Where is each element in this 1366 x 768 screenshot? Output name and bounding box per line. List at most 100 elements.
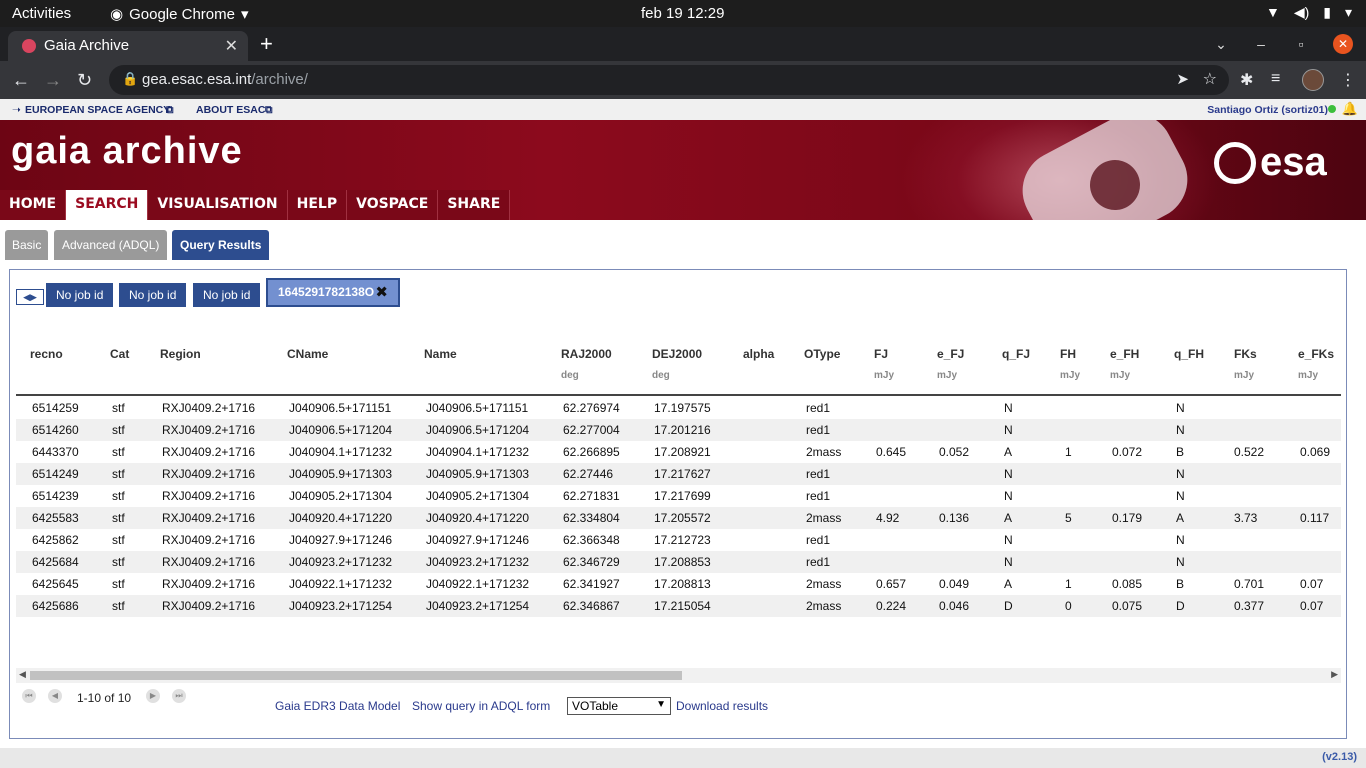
- table-row[interactable]: 6425862 stf RXJ0409.2+1716 J040927.9+171246…: [16, 529, 1341, 551]
- browser-tab[interactable]: Gaia Archive ✕: [8, 31, 248, 61]
- esac-link[interactable]: ABOUT ESAC: [196, 104, 265, 116]
- media-icon[interactable]: ≡: [1271, 70, 1280, 88]
- last-page-icon[interactable]: ⏭: [172, 689, 186, 703]
- column-header-fks[interactable]: FKs: [1234, 347, 1257, 361]
- address-bar[interactable]: 🔒 gea.esac.esa.int/archive/ ➤ ☆: [109, 65, 1229, 95]
- tab-advanced-adql[interactable]: Advanced (ADQL): [54, 230, 168, 260]
- format-select[interactable]: VOTable ▼: [567, 697, 671, 715]
- system-tray[interactable]: ▼ ◀) ▮ ▾: [1266, 4, 1352, 21]
- reload-icon[interactable]: ↻: [77, 70, 92, 91]
- scrollbar-thumb[interactable]: [30, 671, 682, 680]
- main-menu: HOME SEARCH VISUALISATION HELP VOSPACE S…: [0, 190, 511, 220]
- menu-visualisation[interactable]: VISUALISATION: [148, 190, 288, 220]
- tab-search-icon[interactable]: ⌄: [1201, 36, 1241, 53]
- profile-avatar[interactable]: [1302, 69, 1324, 91]
- column-header-e-fh[interactable]: e_FH: [1110, 347, 1139, 361]
- page-range: 1-10 of 10: [77, 691, 132, 705]
- menu-help[interactable]: HELP: [288, 190, 348, 220]
- menu-home[interactable]: HOME: [0, 190, 67, 220]
- table-cell: 62.334804: [563, 511, 620, 525]
- column-header-otype[interactable]: OType: [804, 347, 840, 361]
- esa-link[interactable]: EUROPEAN SPACE AGENCY: [25, 104, 170, 116]
- column-header-fh[interactable]: FH: [1060, 347, 1076, 361]
- next-page-icon[interactable]: ▶: [146, 689, 160, 703]
- maximize-icon[interactable]: ▫: [1281, 36, 1321, 52]
- table-row[interactable]: 6514260 stf RXJ0409.2+1716 J040906.5+171204…: [16, 419, 1341, 441]
- job-tab-active[interactable]: 1645291782138O ✖: [266, 278, 400, 307]
- table-cell: RXJ0409.2+1716: [162, 489, 256, 503]
- site-title[interactable]: gaia archive: [11, 130, 243, 173]
- bookmark-star-icon[interactable]: ☆: [1203, 69, 1217, 89]
- column-header-alpha[interactable]: alpha: [743, 347, 774, 361]
- table-cell: stf: [112, 533, 125, 547]
- table-row[interactable]: 6425686 stf RXJ0409.2+1716 J040923.2+171254…: [16, 595, 1341, 617]
- user-name[interactable]: Santiago Ortiz (sortiz01): [1207, 104, 1328, 116]
- job-tab[interactable]: No job id: [119, 283, 187, 307]
- column-unit: mJy: [1110, 370, 1131, 381]
- show-query-link[interactable]: Show query in ADQL form: [412, 699, 550, 713]
- scroll-left-icon[interactable]: ◀: [19, 669, 26, 680]
- app-menu[interactable]: ◉ Google Chrome ▾: [110, 5, 249, 24]
- horizontal-scrollbar[interactable]: ◀ ▶: [16, 668, 1341, 683]
- send-to-device-icon[interactable]: ➤: [1176, 70, 1189, 88]
- job-scroll-arrows[interactable]: ◀▶: [16, 289, 44, 305]
- column-header-fj[interactable]: FJ: [874, 347, 888, 361]
- forward-icon[interactable]: →: [44, 70, 62, 91]
- job-tab[interactable]: No job id: [193, 283, 261, 307]
- scroll-right-icon[interactable]: ▶: [1331, 669, 1338, 680]
- job-tab[interactable]: No job id: [46, 283, 114, 307]
- close-job-icon[interactable]: ✖: [375, 283, 388, 301]
- extensions-icon[interactable]: ✱: [1240, 70, 1253, 90]
- minimize-icon[interactable]: –: [1241, 36, 1281, 52]
- column-header-cat[interactable]: Cat: [110, 347, 129, 361]
- chrome-icon: ◉: [110, 6, 124, 23]
- previous-page-icon[interactable]: ◀: [48, 689, 62, 703]
- table-row[interactable]: 6514239 stf RXJ0409.2+1716 J040905.2+171304…: [16, 485, 1341, 507]
- browser-toolbar: ← → ↻ 🔒 gea.esac.esa.int/archive/ ➤ ☆ ✱ …: [0, 61, 1366, 99]
- first-page-icon[interactable]: ⏮: [22, 689, 36, 703]
- column-header-q-fh[interactable]: q_FH: [1174, 347, 1204, 361]
- column-header-raj2000[interactable]: RAJ2000: [561, 347, 612, 361]
- column-header-e-fks[interactable]: e_FKs: [1298, 347, 1334, 361]
- table-cell: N: [1004, 401, 1013, 415]
- column-unit: mJy: [1298, 370, 1319, 381]
- column-header-e-fj[interactable]: e_FJ: [937, 347, 964, 361]
- table-row[interactable]: 6425583 stf RXJ0409.2+1716 J040920.4+171220…: [16, 507, 1341, 529]
- tab-query-results[interactable]: Query Results: [172, 230, 270, 260]
- lock-icon[interactable]: 🔒: [122, 71, 138, 87]
- menu-icon[interactable]: ⋮: [1340, 70, 1356, 90]
- download-results-link[interactable]: Download results: [676, 699, 768, 713]
- data-model-link[interactable]: Gaia EDR3 Data Model: [275, 699, 400, 713]
- menu-vospace[interactable]: VOSPACE: [347, 190, 439, 220]
- table-cell: 0.075: [1112, 599, 1143, 613]
- menu-search[interactable]: SEARCH: [66, 190, 149, 220]
- table-cell: J040906.5+171151: [289, 401, 392, 415]
- table-cell: N: [1176, 533, 1185, 547]
- activities-button[interactable]: Activities: [12, 5, 71, 22]
- table-cell: 0.701: [1234, 577, 1265, 591]
- table-row[interactable]: 6514259 stf RXJ0409.2+1716 J040906.5+171151…: [16, 397, 1341, 419]
- table-cell: 0.07: [1300, 599, 1324, 613]
- column-header-recno[interactable]: recno: [30, 347, 63, 361]
- column-header-cname[interactable]: CName: [287, 347, 328, 361]
- back-icon[interactable]: ←: [12, 70, 30, 91]
- table-row[interactable]: 6425684 stf RXJ0409.2+1716 J040923.2+171232…: [16, 551, 1341, 573]
- close-tab-icon[interactable]: ✕: [225, 36, 238, 56]
- menu-share[interactable]: SHARE: [438, 190, 511, 220]
- column-header-name[interactable]: Name: [424, 347, 457, 361]
- column-header-dej2000[interactable]: DEJ2000: [652, 347, 702, 361]
- tab-basic[interactable]: Basic: [5, 230, 49, 260]
- new-tab-icon[interactable]: +: [260, 31, 273, 57]
- esa-logo[interactable]: esa: [1214, 140, 1327, 185]
- version-label: (v2.13): [1322, 751, 1357, 763]
- notification-bell-icon[interactable]: 🔔: [1342, 101, 1358, 117]
- column-header-region[interactable]: Region: [160, 347, 201, 361]
- column-header-q-fj[interactable]: q_FJ: [1002, 347, 1030, 361]
- table-row[interactable]: 6514249 stf RXJ0409.2+1716 J040905.9+171303…: [16, 463, 1341, 485]
- clock[interactable]: feb 19 12:29: [641, 5, 724, 22]
- close-window-icon[interactable]: ✕: [1333, 34, 1353, 54]
- table-row[interactable]: 6425645 stf RXJ0409.2+1716 J040922.1+171232…: [16, 573, 1341, 595]
- table-cell: J040927.9+171246: [426, 533, 530, 547]
- table-cell: 0.377: [1234, 599, 1265, 613]
- table-row[interactable]: 6443370 stf RXJ0409.2+1716 J040904.1+171232…: [16, 441, 1341, 463]
